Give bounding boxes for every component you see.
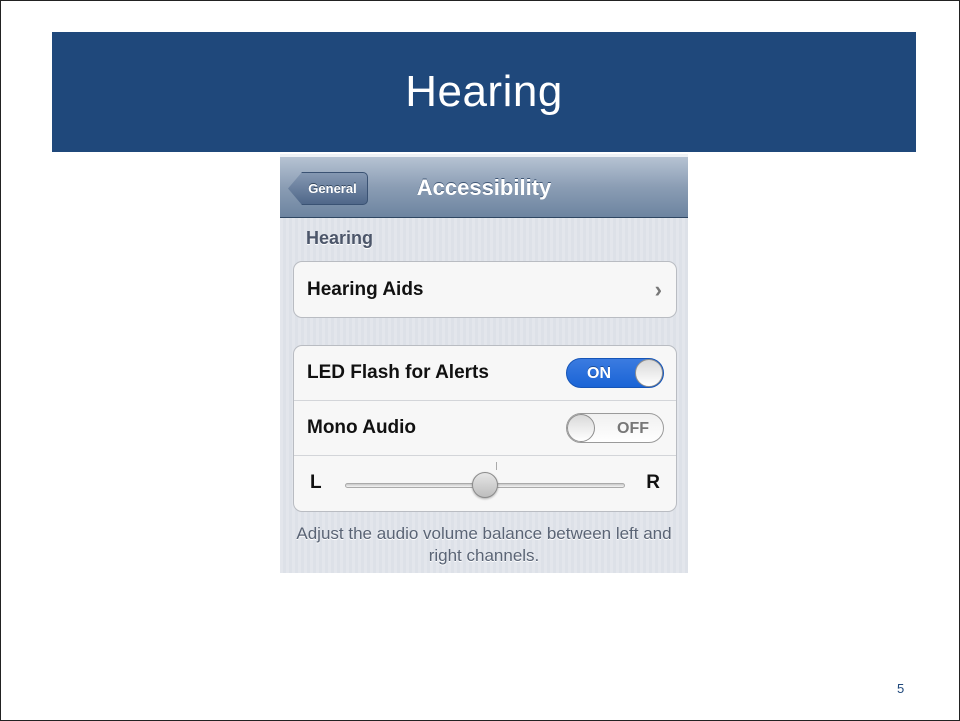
mono-audio-label: Mono Audio (307, 417, 417, 438)
slide-title: Hearing (405, 67, 563, 116)
balance-slider-row: L R (294, 456, 676, 511)
balance-right-label: R (646, 472, 660, 493)
slide-frame: Hearing General Accessibility Hearing He… (0, 0, 960, 721)
balance-left-label: L (310, 472, 322, 493)
audio-settings-group: LED Flash for Alerts ON Mono Audio OFF L… (293, 345, 677, 512)
balance-slider-thumb[interactable] (472, 472, 498, 498)
hearing-aids-group: Hearing Aids › (293, 261, 677, 318)
led-flash-toggle[interactable]: ON (566, 358, 664, 388)
title-banner: Hearing (52, 32, 916, 152)
hearing-aids-row[interactable]: Hearing Aids › (294, 262, 676, 317)
toggle-off-text: OFF (617, 420, 649, 437)
nav-title: Accessibility (416, 175, 552, 200)
toggle-on-text: ON (587, 365, 611, 382)
section-header-hearing: Hearing (306, 228, 374, 248)
mono-audio-toggle[interactable]: OFF (566, 413, 664, 443)
toggle-knob (635, 359, 663, 387)
hearing-aids-label: Hearing Aids (307, 278, 424, 300)
chevron-right-icon: › (654, 276, 662, 302)
balance-center-tick (496, 462, 497, 470)
ios-settings-screenshot: General Accessibility Hearing Hearing Ai… (280, 154, 688, 573)
balance-footer-note: Adjust the audio volume balance between … (296, 524, 672, 565)
led-flash-row: LED Flash for Alerts ON (294, 346, 676, 401)
navigation-bar: General Accessibility (280, 154, 688, 218)
led-flash-label: LED Flash for Alerts (307, 362, 489, 383)
page-number: 5 (897, 681, 905, 696)
mono-audio-row: Mono Audio OFF (294, 401, 676, 456)
toggle-knob (567, 414, 595, 442)
